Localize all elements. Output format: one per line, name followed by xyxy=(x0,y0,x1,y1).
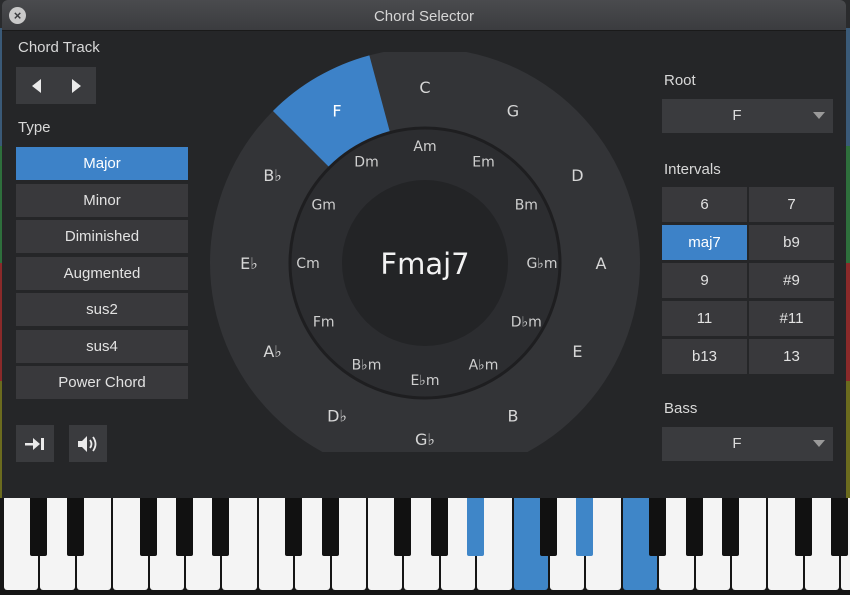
black-key[interactable] xyxy=(285,498,303,556)
chevron-down-icon xyxy=(813,440,825,447)
inner-note-label[interactable]: Fm xyxy=(313,315,335,331)
black-key[interactable] xyxy=(30,498,48,556)
interval-sharp9-button[interactable]: #9 xyxy=(749,263,834,298)
speaker-icon xyxy=(78,435,97,452)
outer-note-label[interactable]: G xyxy=(507,102,519,121)
piano-keyboard xyxy=(0,498,850,595)
root-value: F xyxy=(732,107,742,124)
inner-note-label[interactable]: Am xyxy=(413,139,436,155)
black-key[interactable] xyxy=(321,498,339,556)
interval-7-button[interactable]: 7 xyxy=(749,187,834,222)
black-key[interactable] xyxy=(576,498,594,556)
outer-note-label[interactable]: F xyxy=(332,102,341,121)
outer-note-label[interactable]: A♭ xyxy=(263,342,282,361)
black-key[interactable] xyxy=(831,498,849,556)
bass-label: Bass xyxy=(664,400,698,417)
chord-type-list: Major Minor Diminished Augmented sus2 su… xyxy=(16,147,188,403)
black-key[interactable] xyxy=(685,498,703,556)
interval-b9-button[interactable]: b9 xyxy=(749,225,834,260)
inner-note-label[interactable]: A♭m xyxy=(469,357,499,373)
black-key[interactable] xyxy=(540,498,558,556)
black-key[interactable] xyxy=(394,498,412,556)
interval-maj7-button[interactable]: maj7 xyxy=(662,225,747,260)
outer-note-label[interactable]: G♭ xyxy=(415,430,435,449)
previous-chord-button[interactable] xyxy=(16,67,56,104)
inner-note-label[interactable]: Cm xyxy=(296,256,319,272)
window-title: Chord Selector xyxy=(373,8,475,25)
black-key[interactable] xyxy=(722,498,740,556)
type-power-chord-button[interactable]: Power Chord xyxy=(16,366,188,399)
type-augmented-button[interactable]: Augmented xyxy=(16,256,188,290)
type-sus4-button[interactable]: sus4 xyxy=(16,329,188,363)
black-key[interactable] xyxy=(649,498,667,556)
chord-track-nav xyxy=(16,67,96,104)
interval-9-button[interactable]: 9 xyxy=(662,263,747,298)
root-label: Root xyxy=(664,72,696,89)
type-diminished-button[interactable]: Diminished xyxy=(16,220,188,253)
outer-note-label[interactable]: D xyxy=(571,166,583,185)
interval-b13-button[interactable]: b13 xyxy=(662,339,747,374)
inner-note-label[interactable]: D♭m xyxy=(511,315,542,331)
interval-sharp11-button[interactable]: #11 xyxy=(749,301,834,336)
type-sus2-button[interactable]: sus2 xyxy=(16,293,188,326)
inner-note-label[interactable]: Gm xyxy=(311,198,336,214)
triangle-left-icon xyxy=(31,78,41,93)
type-minor-button[interactable]: Minor xyxy=(16,183,188,217)
interval-grid: 6 7 maj7 b9 9 #9 11 #11 b13 13 xyxy=(662,187,834,374)
type-label: Type xyxy=(18,119,51,136)
inner-note-label[interactable]: Dm xyxy=(354,155,378,171)
outer-note-label[interactable]: D♭ xyxy=(327,406,347,425)
root-dropdown[interactable]: F xyxy=(662,99,833,133)
black-key[interactable] xyxy=(66,498,84,556)
inner-note-label[interactable]: G♭m xyxy=(526,256,557,272)
audition-button[interactable] xyxy=(69,425,107,462)
bass-value: F xyxy=(732,435,742,452)
black-key[interactable] xyxy=(139,498,157,556)
outer-note-label[interactable]: B xyxy=(508,406,519,425)
chord-name-display: Fmaj7 xyxy=(380,247,469,281)
next-chord-button[interactable] xyxy=(56,67,96,104)
inner-note-label[interactable]: B♭m xyxy=(352,357,382,373)
triangle-right-icon xyxy=(71,78,81,93)
inner-note-label[interactable]: Em xyxy=(472,155,494,171)
inner-note-label[interactable]: E♭m xyxy=(410,373,439,389)
outer-note-label[interactable]: E xyxy=(572,342,582,361)
step-forward-icon xyxy=(25,437,44,450)
step-forward-button[interactable] xyxy=(16,425,54,462)
outer-note-label[interactable]: A xyxy=(596,254,607,273)
inner-note-label[interactable]: Bm xyxy=(515,198,538,214)
interval-6-button[interactable]: 6 xyxy=(662,187,747,222)
black-key[interactable] xyxy=(467,498,485,556)
outer-note-label[interactable]: C xyxy=(419,78,430,97)
intervals-label: Intervals xyxy=(664,161,721,178)
circle-of-fifths: C G D A E B G♭ D♭ A♭ E♭ B♭ F Am Em Bm G♭m D♭m A♭m E♭m B♭m Fm… xyxy=(210,52,640,452)
interval-13-button[interactable]: 13 xyxy=(749,339,834,374)
outer-note-label[interactable]: B♭ xyxy=(263,166,282,185)
title-bar: × Chord Selector xyxy=(2,0,846,31)
chord-track-label: Chord Track xyxy=(18,39,100,56)
interval-11-button[interactable]: 11 xyxy=(662,301,747,336)
black-key[interactable] xyxy=(794,498,812,556)
black-key[interactable] xyxy=(176,498,193,556)
chevron-down-icon xyxy=(813,112,825,119)
bass-dropdown[interactable]: F xyxy=(662,427,833,461)
background-app-strip-right xyxy=(846,28,850,498)
outer-note-label[interactable]: E♭ xyxy=(240,254,258,273)
black-key[interactable] xyxy=(430,498,448,556)
black-key[interactable] xyxy=(212,498,230,556)
type-major-button[interactable]: Major xyxy=(16,147,188,180)
chord-selector-window: × Chord Selector Chord Track Type Major … xyxy=(2,0,846,498)
